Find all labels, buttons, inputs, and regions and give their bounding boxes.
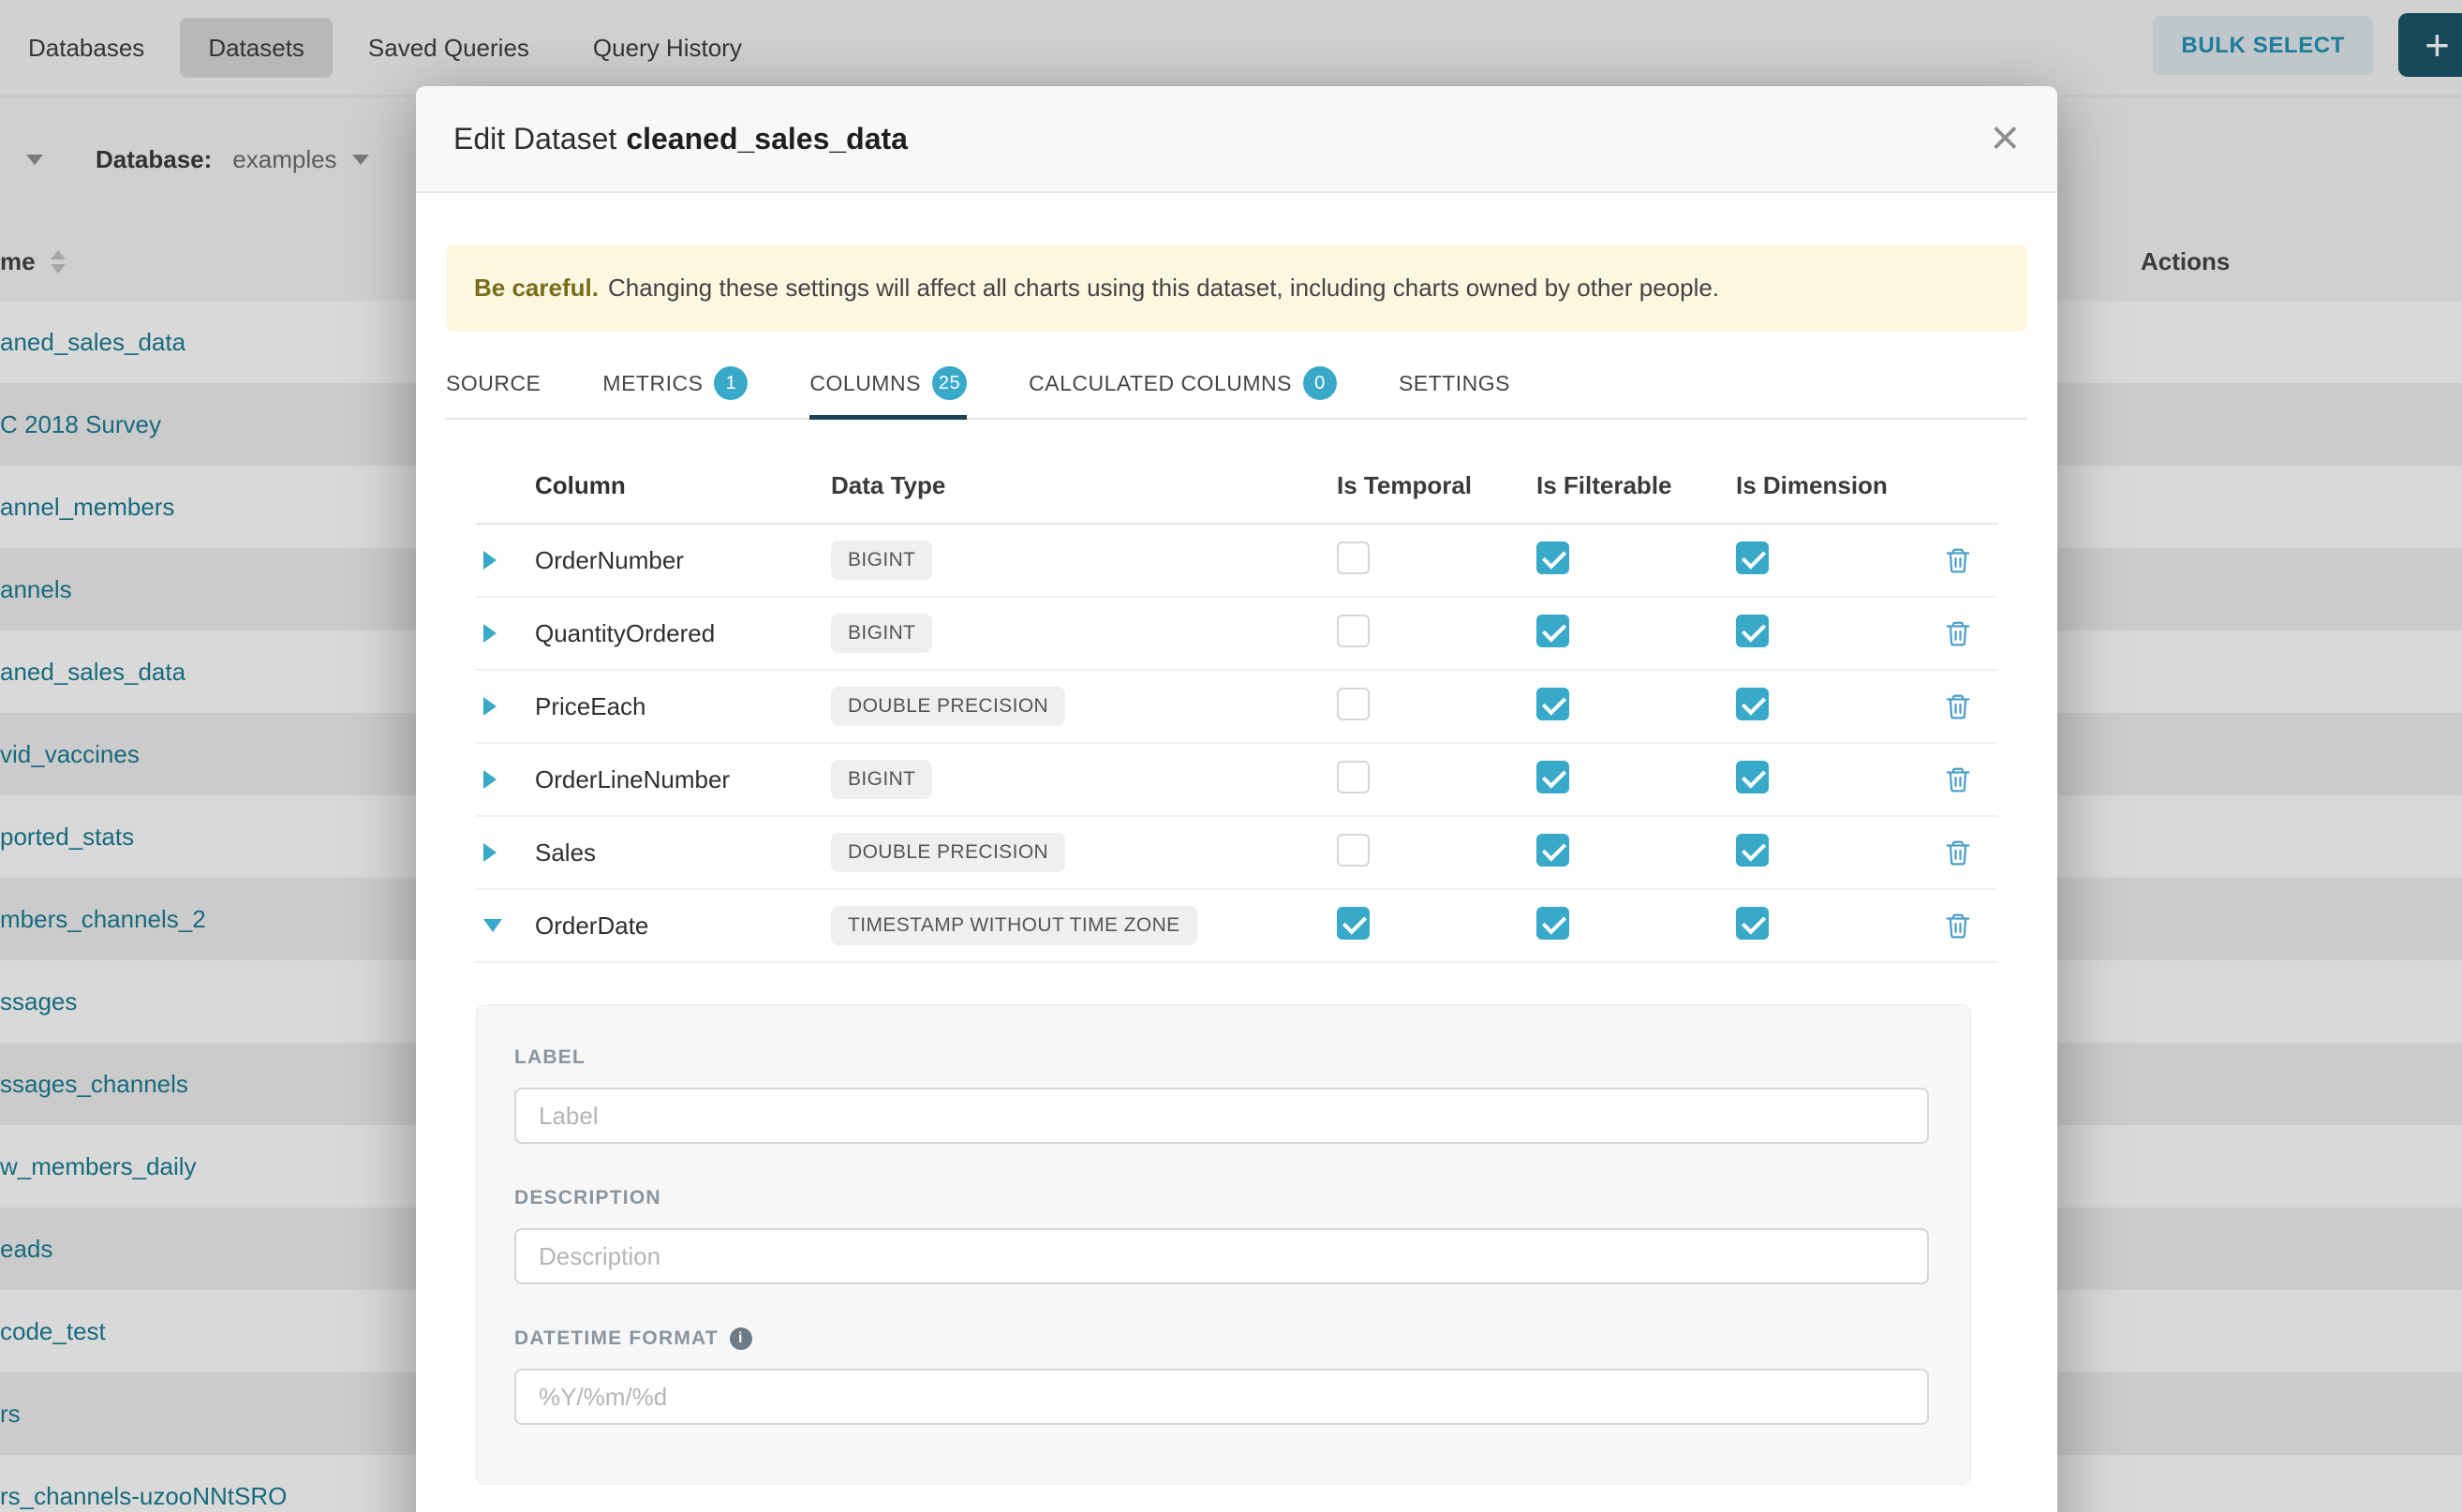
expand-caret-icon[interactable] <box>483 624 497 643</box>
is-dimension-checkbox[interactable] <box>1736 834 1769 867</box>
header-data-type: Data Type <box>831 471 945 499</box>
collapse-caret-icon[interactable] <box>483 919 502 932</box>
is-filterable-checkbox[interactable] <box>1536 761 1569 793</box>
description-input[interactable] <box>514 1228 1929 1284</box>
tab-badge: 0 <box>1303 366 1337 400</box>
tab-badge: 1 <box>714 366 748 400</box>
header-is-filterable: Is Filterable <box>1536 471 1672 499</box>
label-field-label: LABEL <box>514 1046 1970 1069</box>
columns-table-body: OrderNumber BIGINT QuantityOrdered BIGINT Pr… <box>476 525 1997 963</box>
data-type-pill: DOUBLE PRECISION <box>831 833 1065 872</box>
trash-icon <box>1944 911 1972 941</box>
tab-label: COLUMNS <box>809 371 921 396</box>
edit-dataset-modal: Edit Dataset cleaned_sales_data × Be care… <box>416 86 2057 1512</box>
warning-banner: Be careful. Changing these settings will… <box>446 245 2027 332</box>
delete-column-button[interactable] <box>1944 764 1972 794</box>
close-icon[interactable]: × <box>1990 118 2020 158</box>
delete-column-button[interactable] <box>1944 838 1972 867</box>
delete-column-button[interactable] <box>1944 911 1972 941</box>
is-dimension-checkbox[interactable] <box>1736 761 1769 793</box>
expand-caret-icon[interactable] <box>483 770 497 789</box>
column-name: Sales <box>535 838 596 867</box>
screen: DatabasesDatasetsSaved QueriesQuery Hist… <box>0 0 2462 1512</box>
is-temporal-checkbox[interactable] <box>1337 761 1370 793</box>
column-row-quantityordered: QuantityOrdered BIGINT <box>476 598 1997 671</box>
datetime-format-field-label: DATETIME FORMAT i <box>514 1327 1970 1350</box>
column-name: PriceEach <box>535 692 646 720</box>
is-temporal-checkbox[interactable] <box>1337 834 1370 867</box>
modal-title: Edit Dataset cleaned_sales_data <box>453 122 908 156</box>
is-filterable-checkbox[interactable] <box>1536 907 1569 940</box>
column-row-orderlinenumber: OrderLineNumber BIGINT <box>476 744 1997 817</box>
column-name: OrderNumber <box>535 546 684 574</box>
info-icon[interactable]: i <box>730 1327 752 1350</box>
column-row-ordernumber: OrderNumber BIGINT <box>476 525 1997 598</box>
modal-header: Edit Dataset cleaned_sales_data × <box>416 86 2057 193</box>
tab-settings[interactable]: SETTINGS <box>1399 348 1510 418</box>
columns-table: Column Data Type Is Temporal Is Filterab… <box>476 448 1997 963</box>
is-dimension-checkbox[interactable] <box>1736 615 1769 647</box>
tab-label: CALCULATED COLUMNS <box>1029 371 1292 396</box>
is-filterable-checkbox[interactable] <box>1536 834 1569 867</box>
tab-label: SOURCE <box>446 371 541 396</box>
data-type-pill: BIGINT <box>831 760 932 799</box>
trash-icon <box>1944 545 1972 575</box>
description-field-label: DESCRIPTION <box>514 1187 1970 1209</box>
is-filterable-checkbox[interactable] <box>1536 541 1569 574</box>
tab-label: METRICS <box>602 371 703 396</box>
expand-caret-icon[interactable] <box>483 697 497 716</box>
column-row-sales: Sales DOUBLE PRECISION <box>476 817 1997 890</box>
modal-title-dataset-name: cleaned_sales_data <box>626 122 908 156</box>
trash-icon <box>1944 618 1972 648</box>
is-temporal-checkbox[interactable] <box>1337 907 1370 940</box>
tab-calculated-columns[interactable]: CALCULATED COLUMNS 0 <box>1029 348 1337 418</box>
is-filterable-checkbox[interactable] <box>1536 688 1569 720</box>
column-detail-panel: LABEL DESCRIPTION DATETIME FORMAT i <box>476 1004 1971 1485</box>
column-name: OrderDate <box>535 912 648 940</box>
column-name: QuantityOrdered <box>535 619 715 647</box>
header-is-dimension: Is Dimension <box>1736 471 1888 499</box>
tab-badge: 25 <box>932 366 967 400</box>
tab-source[interactable]: SOURCE <box>446 348 541 418</box>
columns-table-header: Column Data Type Is Temporal Is Filterab… <box>476 448 1997 525</box>
column-name: OrderLineNumber <box>535 765 730 793</box>
data-type-pill: DOUBLE PRECISION <box>831 687 1065 726</box>
is-temporal-checkbox[interactable] <box>1337 688 1370 720</box>
modal-tabs: SOURCE METRICS 1 COLUMNS 25 CALCULATED COLUMN… <box>446 348 2027 420</box>
is-temporal-checkbox[interactable] <box>1337 541 1370 574</box>
data-type-pill: BIGINT <box>831 614 932 653</box>
tab-columns[interactable]: COLUMNS 25 <box>809 348 967 418</box>
is-dimension-checkbox[interactable] <box>1736 688 1769 720</box>
header-is-temporal: Is Temporal <box>1337 471 1472 499</box>
trash-icon <box>1944 764 1972 794</box>
modal-title-prefix: Edit Dataset <box>453 122 616 156</box>
tab-label: SETTINGS <box>1399 371 1510 396</box>
delete-column-button[interactable] <box>1944 691 1972 721</box>
is-dimension-checkbox[interactable] <box>1736 541 1769 574</box>
expand-caret-icon[interactable] <box>483 551 497 570</box>
trash-icon <box>1944 838 1972 867</box>
warning-bold-text: Be careful. <box>474 274 599 303</box>
delete-column-button[interactable] <box>1944 545 1972 575</box>
is-temporal-checkbox[interactable] <box>1337 615 1370 647</box>
column-row-orderdate: OrderDate TIMESTAMP WITHOUT TIME ZONE <box>476 890 1997 963</box>
is-dimension-checkbox[interactable] <box>1736 907 1769 940</box>
data-type-pill: BIGINT <box>831 541 932 580</box>
delete-column-button[interactable] <box>1944 618 1972 648</box>
tab-metrics[interactable]: METRICS 1 <box>602 348 748 418</box>
expand-caret-icon[interactable] <box>483 843 497 862</box>
datetime-format-input[interactable] <box>514 1369 1929 1425</box>
is-filterable-checkbox[interactable] <box>1536 615 1569 647</box>
header-column: Column <box>535 471 626 499</box>
warning-text: Changing these settings will affect all … <box>608 274 1719 303</box>
trash-icon <box>1944 691 1972 721</box>
column-row-priceeach: PriceEach DOUBLE PRECISION <box>476 671 1997 744</box>
label-input[interactable] <box>514 1088 1929 1144</box>
modal-body: Be careful. Changing these settings will… <box>416 245 2057 1485</box>
data-type-pill: TIMESTAMP WITHOUT TIME ZONE <box>831 906 1197 945</box>
